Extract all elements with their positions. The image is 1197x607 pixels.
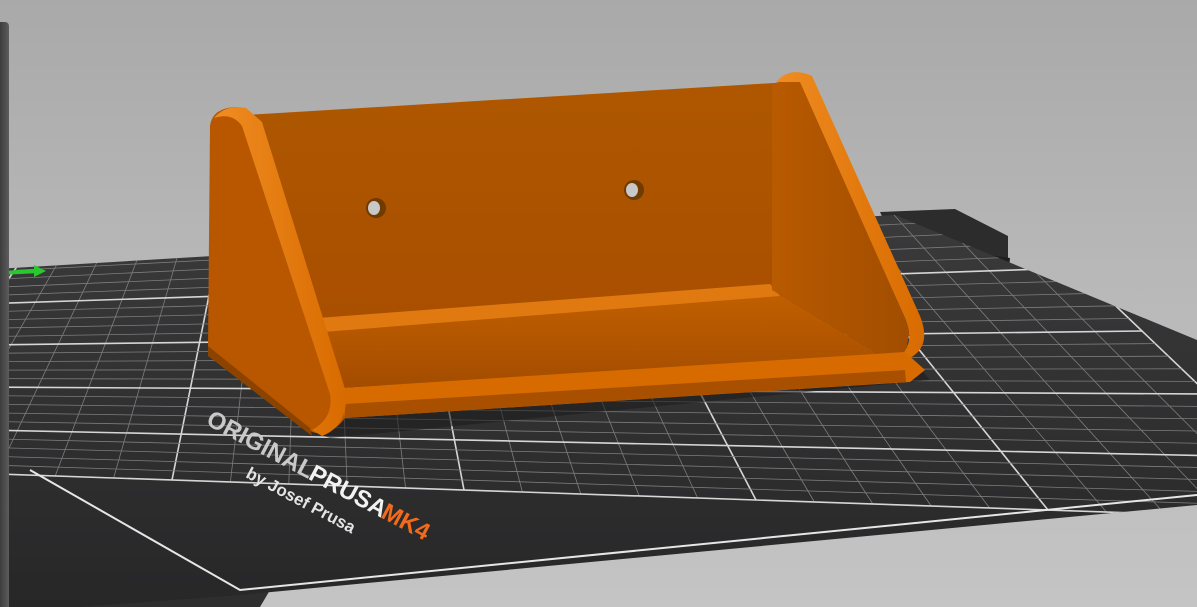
- mounting-hole-left-view: [368, 201, 380, 215]
- 3d-viewport[interactable]: ORIGINAL PRUSA MK4 by Josef Prusa: [0, 0, 1197, 607]
- viewport-left-panel-edge: [0, 22, 9, 607]
- scene-svg[interactable]: ORIGINAL PRUSA MK4 by Josef Prusa: [0, 0, 1197, 607]
- shelf-model[interactable]: [208, 72, 930, 438]
- mounting-hole-right-view: [626, 183, 638, 197]
- shelf-back-panel: [230, 82, 790, 322]
